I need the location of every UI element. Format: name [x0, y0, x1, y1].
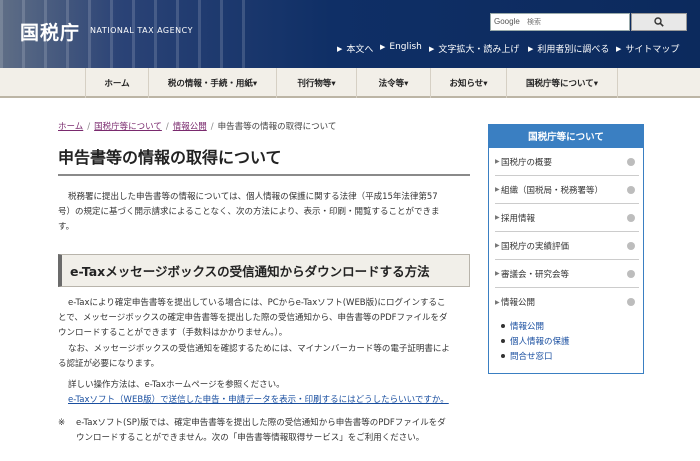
triangle-right-icon: ▶	[616, 44, 622, 53]
circle-arrow-icon	[627, 213, 635, 222]
bullet-icon	[501, 324, 505, 328]
sidebar-item-councils[interactable]: ▶ 審議会・研究会等	[495, 260, 639, 288]
triangle-right-icon: ▶	[495, 158, 500, 165]
triangle-right-icon: ▶	[495, 214, 500, 221]
p1-line-1: e-Taxにより確定申告書等を提出している場合には、PCからe-Taxソフト(W…	[68, 298, 446, 308]
circle-arrow-icon	[627, 157, 635, 166]
triangle-right-icon: ▶	[495, 270, 500, 277]
gnav-news[interactable]: お知らせ▾	[430, 68, 506, 98]
bullet-icon	[501, 354, 505, 358]
circle-arrow-icon	[627, 298, 635, 306]
triangle-right-icon: ▶	[495, 186, 500, 193]
section-heading: e-Taxメッセージボックスの受信通知からダウンロードする方法	[58, 254, 470, 287]
sidebar-item-evaluation[interactable]: ▶ 国税庁の実績評価	[495, 232, 639, 260]
sidebar-subitem-privacy[interactable]: 個人情報の保護	[501, 335, 570, 347]
triangle-right-icon: ▶	[337, 44, 343, 53]
sidebar-item-overview[interactable]: ▶ 国税庁の概要	[495, 148, 639, 176]
sidebar-nav: ▶ 国税庁の概要 ▶ 組織（国税局・税務署等） ▶ 採用情報 ▶ 国税庁の実績評価 ▶ 審…	[488, 148, 644, 374]
util-link-honbun[interactable]: ▶ 本文へ	[337, 42, 373, 56]
circle-arrow-icon	[627, 241, 635, 250]
triangle-right-icon: ▶	[495, 298, 500, 306]
sidebar-item-recruitment[interactable]: ▶ 採用情報	[495, 204, 639, 232]
triangle-right-icon: ▶	[429, 44, 435, 53]
circle-arrow-icon	[627, 185, 635, 194]
breadcrumb-home[interactable]: ホーム	[58, 122, 83, 132]
google-brand-label: Google	[494, 17, 520, 26]
gnav-publications[interactable]: 刊行物等▾	[276, 68, 356, 98]
site-header: 国税庁 NATIONAL TAX AGENCY Google ▶本文へ ▶Eng…	[0, 0, 700, 68]
search-box[interactable]: Google	[490, 13, 630, 31]
util-link-sitemap[interactable]: ▶ サイトマップ	[616, 42, 679, 56]
sidebar-item-organization[interactable]: ▶ 組織（国税局・税務署等）	[495, 176, 639, 204]
global-nav: ホーム 税の情報・手続・用紙▾ 刊行物等▾ 法令等▾ お知らせ▾ 国税庁等につい…	[0, 68, 700, 98]
search-input[interactable]	[527, 16, 627, 28]
sidebar-subitem-disclosure[interactable]: 情報公開	[501, 320, 544, 332]
page-title: 申告書等の情報の取得について	[58, 148, 282, 167]
sidebar-subitem-contact[interactable]: 問合せ窓口	[501, 350, 553, 362]
note-line-2: ウンロードすることができません。次の「申告書等情報取得サービス」をご利用ください…	[76, 433, 425, 443]
util-link-text-size[interactable]: ▶ 文字拡大・読み上げ	[429, 42, 519, 56]
sidebar-item-disclosure[interactable]: ▶ 情報公開	[495, 288, 639, 316]
gnav-tax-info[interactable]: 税の情報・手続・用紙▾	[148, 68, 276, 98]
triangle-right-icon: ▶	[495, 242, 500, 249]
p3-text: 詳しい操作方法は、e-Taxホームページを参照ください。	[68, 380, 285, 390]
circle-arrow-icon	[627, 269, 635, 278]
bullet-icon	[501, 339, 505, 343]
util-link-by-user[interactable]: ▶ 利用者別に調べる	[528, 42, 609, 56]
gnav-laws[interactable]: 法令等▾	[356, 68, 430, 98]
search-icon	[654, 17, 664, 27]
gnav-home[interactable]: ホーム	[85, 68, 148, 98]
breadcrumb-disclosure[interactable]: 情報公開	[173, 122, 207, 132]
p1-line-3: ウンロードすることができます（手数料はかかりません。）。	[58, 328, 288, 338]
triangle-right-icon: ▶	[380, 43, 386, 51]
breadcrumb-current: 申告書等の情報の取得について	[217, 122, 337, 132]
p2-line-2: る認証が必要になります。	[58, 359, 160, 369]
intro-line-2: 号）の規定に基づく開示請求によることなく、次の方法により、表示・印刷・閲覧するこ…	[58, 207, 440, 217]
breadcrumb: ホーム / 国税庁等について / 情報公開 / 申告書等の情報の取得について	[58, 122, 337, 132]
util-link-english[interactable]: ▶ English	[380, 42, 422, 52]
sidebar-heading[interactable]: 国税庁等について	[488, 124, 644, 148]
note-mark: ※	[58, 418, 66, 428]
gnav-about[interactable]: 国税庁等について▾	[506, 68, 618, 98]
triangle-right-icon: ▶	[528, 44, 534, 53]
site-logo[interactable]: 国税庁	[20, 18, 80, 45]
intro-line-1: 税務署に提出した申告書等の情報については、個人情報の保護に関する法律（平成15年…	[68, 192, 438, 202]
intro-line-3: す。	[58, 222, 75, 232]
search-button[interactable]	[631, 13, 687, 31]
note-line-1: e-Taxソフト(SP)版では、確定申告書等を提出した際の受信通知から申告書等の…	[76, 418, 446, 428]
etax-help-link[interactable]: e-Taxソフト（WEB版）で送信した申告・申請データを表示・印刷するにはどうし…	[68, 393, 449, 408]
title-divider	[58, 174, 470, 176]
site-logo-english: NATIONAL TAX AGENCY	[90, 26, 193, 35]
p2-line-1: なお、メッセージボックスの受信通知を確認するためには、マイナンバーカード等の電子…	[68, 344, 450, 354]
breadcrumb-about[interactable]: 国税庁等について	[94, 122, 162, 132]
p1-line-2: とで、メッセージボックスの確定申告書等を提出した際の受信通知から、申告書等のPD…	[58, 313, 448, 323]
